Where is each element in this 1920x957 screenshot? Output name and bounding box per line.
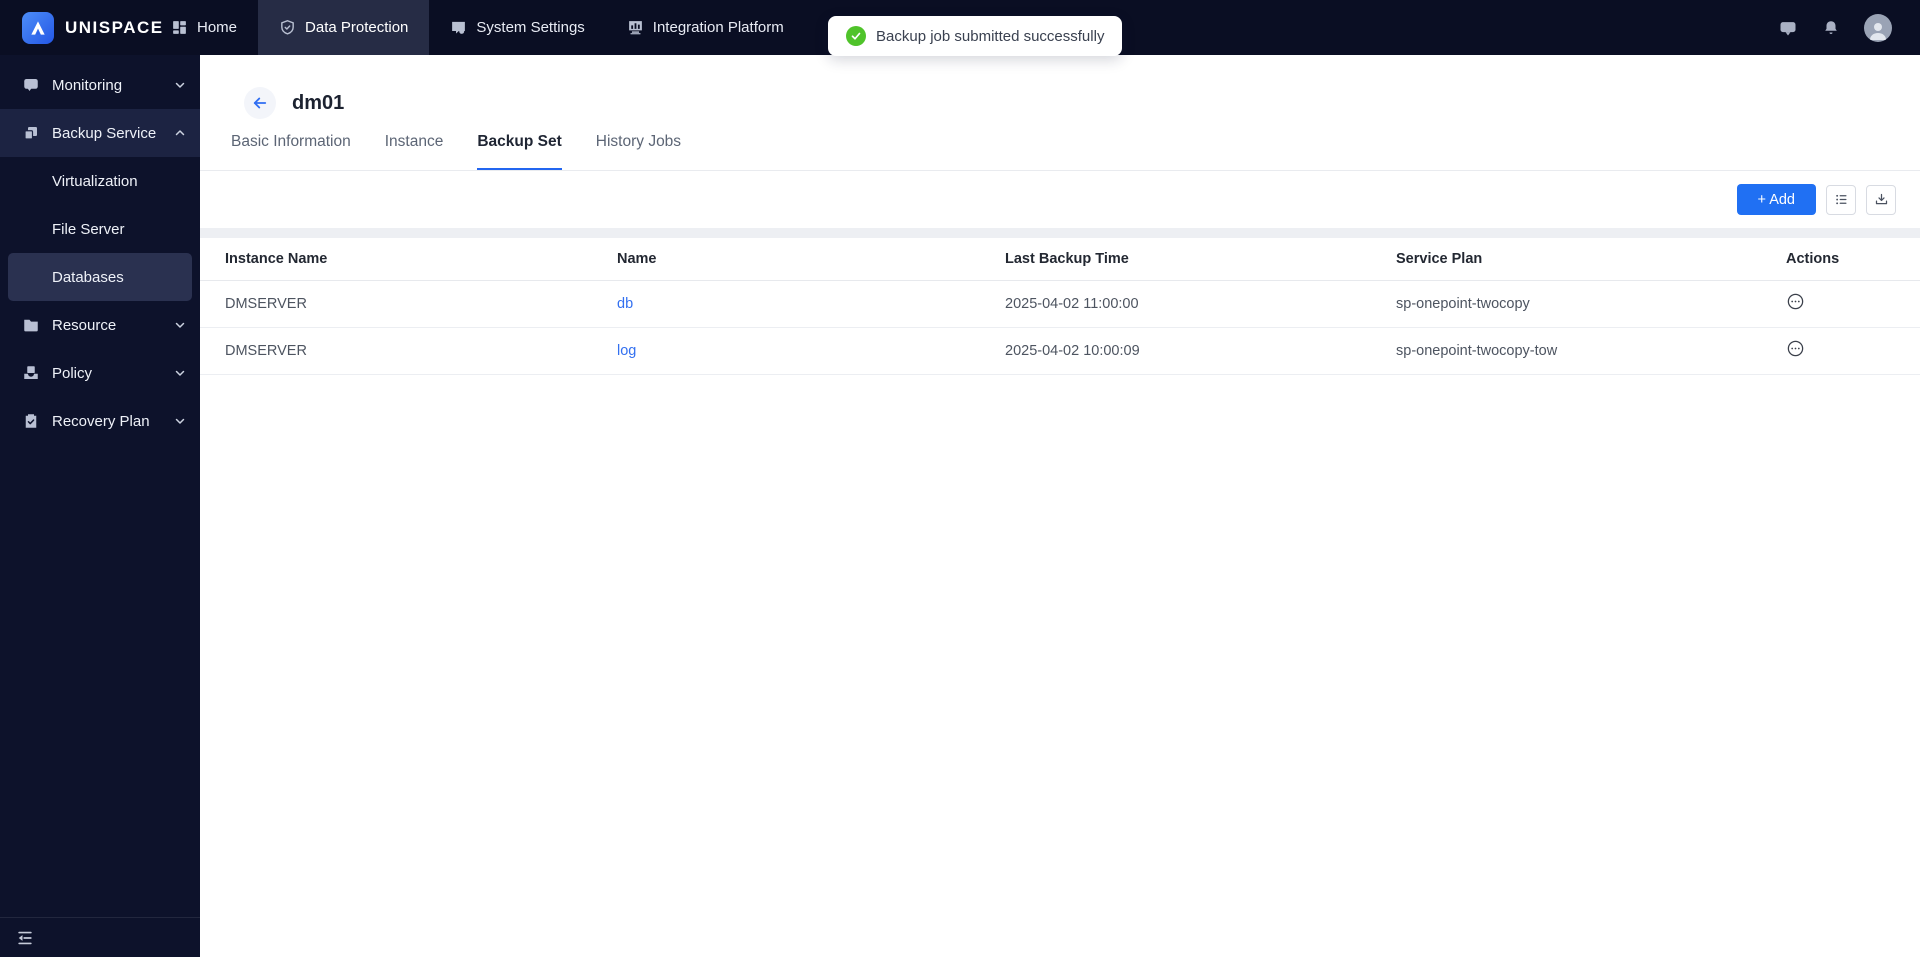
sidebar-item-file-server[interactable]: File Server — [0, 205, 200, 253]
chevron-down-icon — [174, 367, 186, 379]
cell-last-backup-time: 2025-04-02 10:00:09 — [1005, 327, 1396, 375]
list-settings-icon[interactable] — [1826, 184, 1856, 215]
sidebar-item-resource[interactable]: Resource — [0, 301, 200, 349]
table-toolbar: + Add — [200, 171, 1920, 228]
sidebar-item-recovery-plan[interactable]: Recovery Plan — [0, 397, 200, 445]
toast-message: Backup job submitted successfully — [876, 27, 1105, 45]
table-row: DMSERVER db 2025-04-02 11:00:00 sp-onepo… — [200, 280, 1920, 328]
collapse-sidebar-icon[interactable] — [15, 928, 35, 948]
brand-logo: UNISPACE — [0, 0, 162, 55]
page-header: dm01 — [200, 55, 1920, 121]
top-nav-menu: Home Data Protection System Settings Int… — [150, 0, 805, 55]
cell-instance-name: DMSERVER — [200, 327, 617, 375]
nav-item-label: System Settings — [476, 19, 585, 36]
sidebar-item-label: Databases — [52, 268, 124, 286]
more-actions-icon[interactable] — [1786, 339, 1805, 358]
tab-instance[interactable]: Instance — [385, 133, 444, 170]
top-navbar: UNISPACE Home Data Protection System Set… — [0, 0, 1920, 56]
sidebar-item-backup-service[interactable]: Backup Service — [0, 109, 200, 157]
table-row: DMSERVER log 2025-04-02 10:00:09 sp-onep… — [200, 327, 1920, 375]
download-icon[interactable] — [1866, 184, 1896, 215]
sidebar-item-databases[interactable]: Databases — [8, 253, 192, 301]
chevron-down-icon — [174, 319, 186, 331]
sidebar: Monitoring Backup Service Virtualization… — [0, 55, 200, 957]
column-header-last-backup-time: Last Backup Time — [1005, 238, 1396, 281]
sidebar-footer — [0, 917, 200, 957]
nav-item-label: Integration Platform — [652, 19, 784, 36]
tab-history-jobs[interactable]: History Jobs — [596, 133, 681, 170]
sidebar-item-label: Monitoring — [52, 76, 123, 94]
main-content: dm01 Basic Information Instance Backup S… — [200, 55, 1920, 957]
bell-icon[interactable] — [1822, 19, 1840, 37]
navbar-right-actions — [1778, 0, 1920, 55]
column-header-name: Name — [617, 238, 1005, 281]
nav-item-label: Data Protection — [305, 19, 409, 36]
clipboard-check-icon — [22, 412, 40, 430]
sidebar-item-label: Backup Service — [52, 124, 157, 142]
sidebar-item-label: Resource — [52, 316, 117, 334]
avatar[interactable] — [1864, 13, 1892, 42]
more-actions-icon[interactable] — [1786, 292, 1805, 311]
cell-last-backup-time: 2025-04-02 11:00:00 — [1005, 280, 1396, 328]
display-icon — [450, 19, 467, 36]
folder-icon — [22, 316, 40, 334]
chevron-down-icon — [174, 415, 186, 427]
bar-chart-icon — [627, 19, 644, 36]
unispace-logo-icon — [22, 11, 54, 44]
page-title: dm01 — [292, 91, 345, 114]
feedback-icon[interactable] — [1778, 18, 1798, 38]
sidebar-item-label: File Server — [52, 220, 125, 238]
sidebar-item-label: Recovery Plan — [52, 412, 150, 430]
brand-name: UNISPACE — [65, 17, 164, 37]
cell-instance-name: DMSERVER — [200, 280, 617, 328]
nav-item-home[interactable]: Home — [150, 0, 258, 55]
add-button[interactable]: + Add — [1736, 184, 1816, 215]
nav-item-system-settings[interactable]: System Settings — [429, 0, 605, 55]
shield-icon — [279, 19, 296, 36]
column-header-service-plan: Service Plan — [1396, 238, 1786, 281]
success-check-icon — [846, 26, 866, 46]
sidebar-item-label: Policy — [52, 364, 93, 382]
chat-icon — [22, 76, 40, 94]
sidebar-item-label: Virtualization — [52, 172, 138, 190]
column-header-actions: Actions — [1786, 238, 1920, 281]
cell-service-plan: sp-onepoint-twocopy — [1396, 280, 1786, 328]
archive-icon — [22, 364, 40, 382]
copy-icon — [22, 124, 40, 142]
back-button[interactable] — [244, 87, 276, 119]
toast-notification: Backup job submitted successfully — [828, 16, 1123, 56]
cell-service-plan: sp-onepoint-twocopy-tow — [1396, 327, 1786, 375]
tab-bar: Basic Information Instance Backup Set Hi… — [200, 133, 1920, 171]
column-header-instance-name: Instance Name — [200, 238, 617, 281]
nav-item-data-protection[interactable]: Data Protection — [258, 0, 430, 55]
tab-backup-set[interactable]: Backup Set — [477, 133, 562, 170]
backup-set-link[interactable]: db — [617, 296, 633, 312]
sidebar-item-monitoring[interactable]: Monitoring — [0, 61, 200, 109]
grid-icon — [171, 19, 188, 36]
tab-basic-information[interactable]: Basic Information — [231, 133, 351, 170]
section-divider — [200, 228, 1920, 238]
nav-item-label: Home — [197, 19, 238, 36]
nav-item-integration-platform[interactable]: Integration Platform — [606, 0, 805, 55]
sidebar-item-virtualization[interactable]: Virtualization — [0, 157, 200, 205]
backup-set-link[interactable]: log — [617, 343, 636, 359]
chevron-up-icon — [174, 127, 186, 139]
chevron-down-icon — [174, 79, 186, 91]
table-header-row: Instance Name Name Last Backup Time Serv… — [200, 238, 1920, 281]
sidebar-item-policy[interactable]: Policy — [0, 349, 200, 397]
backup-set-table: Instance Name Name Last Backup Time Serv… — [200, 238, 1920, 375]
